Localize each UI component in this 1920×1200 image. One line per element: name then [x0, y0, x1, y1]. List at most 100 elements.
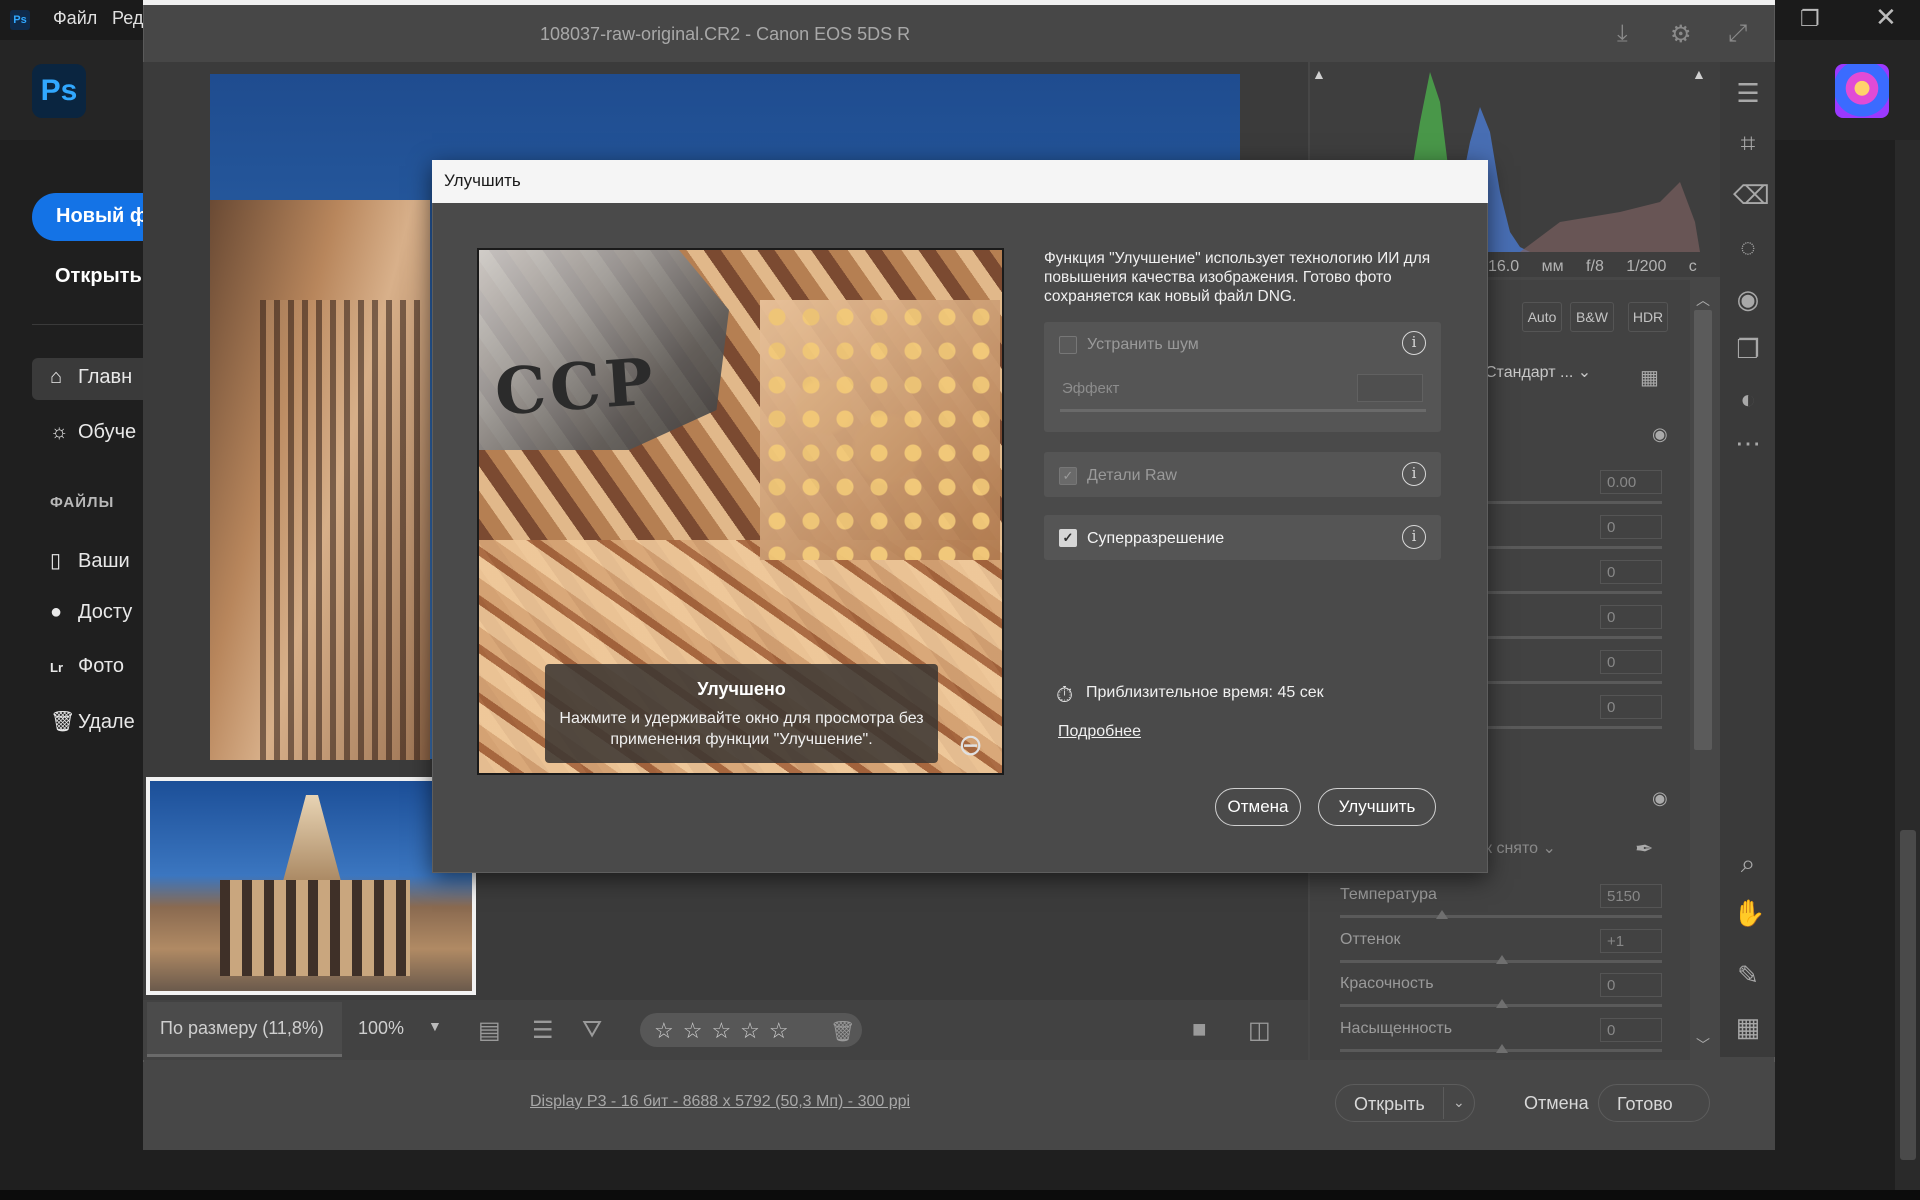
- scroll-down-icon[interactable]: ﹀: [1696, 1035, 1710, 1055]
- done-button[interactable]: Готово: [1598, 1084, 1710, 1122]
- color-sampler-icon[interactable]: ✎: [1733, 960, 1763, 991]
- saturation-value[interactable]: 0: [1600, 1018, 1662, 1042]
- denoise-label: Устранить шум: [1087, 336, 1199, 353]
- zoom-out-icon[interactable]: ⊖: [958, 728, 998, 768]
- red-eye-icon[interactable]: ◉: [1733, 284, 1763, 315]
- slider-value[interactable]: 0: [1600, 695, 1662, 719]
- raw-details-checkbox[interactable]: ✓: [1059, 467, 1077, 485]
- profile-bw-button[interactable]: B&W: [1570, 302, 1614, 332]
- info-icon[interactable]: i: [1402, 525, 1426, 549]
- eraser-icon[interactable]: ⌫: [1733, 180, 1770, 211]
- stopwatch-icon: ⏱: [1056, 682, 1074, 707]
- gear-icon[interactable]: ⚙: [1670, 20, 1692, 49]
- profile-select[interactable]: Стандарт ... ⌄: [1485, 362, 1591, 382]
- sidebar-item-your-files[interactable]: ▯ Ваши: [50, 548, 130, 573]
- eyedropper-icon[interactable]: ✒: [1635, 836, 1653, 862]
- presets-icon[interactable]: ◐: [1733, 384, 1763, 415]
- slider-value[interactable]: 0.00: [1600, 470, 1662, 494]
- chevron-down-icon[interactable]: ▼: [428, 1018, 442, 1034]
- preview-caption-text: Нажмите и удерживайте окно для просмотра…: [559, 710, 924, 748]
- open-button[interactable]: Открыть: [55, 265, 142, 288]
- info-icon[interactable]: i: [1402, 462, 1426, 486]
- before-after-icon[interactable]: ◫: [1248, 1016, 1271, 1045]
- delete-icon[interactable]: 🗑: [830, 1019, 855, 1044]
- hand-tool-icon[interactable]: ✋: [1733, 898, 1765, 929]
- scrollbar-thumb[interactable]: [1900, 830, 1916, 1160]
- document-icon: ▯: [50, 550, 62, 572]
- filmstrip-options-icon[interactable]: ▤: [478, 1016, 501, 1045]
- dialog-cancel-button[interactable]: Отмена: [1215, 788, 1301, 826]
- zoom-tool-icon[interactable]: ⌕: [1733, 848, 1763, 880]
- sidebar-item-label: Обуче: [78, 421, 137, 443]
- visibility-eye-icon[interactable]: ◉: [1652, 788, 1668, 809]
- divider: [1443, 1087, 1444, 1119]
- tint-value[interactable]: +1: [1600, 929, 1662, 953]
- mask-icon[interactable]: ◌: [1733, 232, 1763, 263]
- save-icon[interactable]: ⤓: [1617, 20, 1628, 48]
- workflow-options-link[interactable]: Display P3 - 16 бит - 8688 x 5792 (50,3 …: [530, 1093, 910, 1111]
- scroll-up-icon[interactable]: ︿: [1696, 290, 1710, 310]
- close-icon[interactable]: ✕: [1875, 2, 1897, 33]
- rating-stars[interactable]: ☆☆☆☆☆: [640, 1013, 862, 1047]
- visibility-eye-icon[interactable]: ◉: [1652, 424, 1668, 445]
- slider-label-tint: Оттенок: [1340, 931, 1401, 948]
- menu-file[interactable]: Файл: [53, 8, 97, 29]
- slider-value[interactable]: 0: [1600, 515, 1662, 539]
- temperature-slider[interactable]: [1340, 915, 1662, 918]
- sidebar-item-shared[interactable]: ● Досту: [50, 601, 132, 624]
- sidebar-item-learn[interactable]: ☼ Обуче: [50, 421, 136, 444]
- denoise-checkbox[interactable]: [1059, 336, 1077, 354]
- super-resolution-checkbox[interactable]: ✓: [1059, 529, 1077, 547]
- edit-sliders-icon[interactable]: ☰: [1733, 78, 1763, 109]
- cancel-button[interactable]: Отмена: [1524, 1093, 1589, 1114]
- slider-knob[interactable]: [1496, 999, 1508, 1008]
- filter-icon[interactable]: ⛛: [582, 1016, 602, 1044]
- ps-logo: Ps: [32, 64, 86, 118]
- restore-icon[interactable]: ❐: [1800, 6, 1820, 32]
- dialog-title: Улучшить: [444, 171, 521, 190]
- sidebar-item-deleted[interactable]: 🗑 Удале: [50, 709, 135, 734]
- profile-hdr-button[interactable]: HDR: [1628, 302, 1668, 332]
- more-options-icon[interactable]: ⋯: [1733, 428, 1763, 459]
- dialog-description: Функция "Улучшение" использует технологи…: [1044, 250, 1431, 305]
- user-share-icon: ●: [50, 601, 63, 623]
- slider-knob[interactable]: [1436, 910, 1448, 919]
- grid-overlay-icon[interactable]: ▦: [1733, 1012, 1763, 1043]
- snapshots-icon[interactable]: ❐: [1733, 334, 1763, 365]
- chevron-down-icon[interactable]: ⌄: [1453, 1094, 1465, 1111]
- menu-edit[interactable]: Ред: [112, 8, 143, 29]
- white-balance-select[interactable]: к снято ⌄: [1485, 838, 1556, 858]
- highlight-clipping-icon[interactable]: ▲: [1692, 66, 1706, 82]
- crop-icon[interactable]: ⌗: [1733, 128, 1763, 160]
- panel-scrollbar-thumb[interactable]: [1694, 310, 1712, 750]
- slider-value[interactable]: 0: [1600, 605, 1662, 629]
- view-mode-icon[interactable]: ■: [1192, 1016, 1207, 1044]
- shadow-clipping-icon[interactable]: ▲: [1312, 66, 1326, 82]
- profile-browser-icon[interactable]: ▦: [1640, 365, 1659, 390]
- enhance-button[interactable]: Улучшить: [1318, 788, 1436, 826]
- slider-value[interactable]: 0: [1600, 560, 1662, 584]
- lightroom-icon: Lr: [50, 660, 63, 675]
- fullscreen-icon[interactable]: ⤢: [1728, 20, 1747, 48]
- slider-knob[interactable]: [1496, 1044, 1508, 1053]
- zoom-fit-button[interactable]: По размеру (11,8%): [147, 1002, 342, 1057]
- lightbulb-icon: ☼: [50, 421, 69, 443]
- camera-raw-title: 108037-raw-original.CR2 - Canon EOS 5DS …: [540, 24, 911, 44]
- sidebar-item-home[interactable]: ⌂ Главн: [50, 366, 132, 389]
- effect-label: Эффект: [1062, 380, 1120, 397]
- sidebar-item-label: Удале: [78, 711, 135, 733]
- sidebar-item-label: Главн: [78, 366, 133, 388]
- slider-knob[interactable]: [1496, 955, 1508, 964]
- window-top-edge: [143, 0, 1775, 5]
- divider: [32, 324, 145, 325]
- info-icon[interactable]: i: [1402, 331, 1426, 355]
- slider-value[interactable]: 0: [1600, 650, 1662, 674]
- learn-more-link[interactable]: Подробнее: [1058, 723, 1141, 741]
- sort-icon[interactable]: ☰: [532, 1016, 554, 1045]
- avatar[interactable]: [1835, 64, 1889, 118]
- sidebar-item-photos[interactable]: Lr Фото: [50, 655, 124, 678]
- dialog-title-bar[interactable]: [432, 160, 1488, 203]
- profile-auto-button[interactable]: Auto: [1522, 302, 1562, 332]
- temperature-value[interactable]: 5150: [1600, 884, 1662, 908]
- vibrance-value[interactable]: 0: [1600, 973, 1662, 997]
